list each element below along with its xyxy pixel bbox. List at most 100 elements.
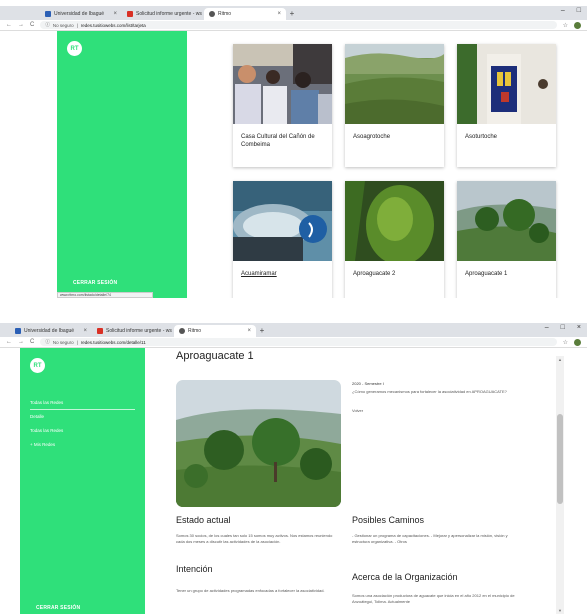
card-image xyxy=(457,181,556,261)
intencion-text: Tener un grupo de actividades programada… xyxy=(176,588,325,593)
close-icon[interactable]: × xyxy=(113,11,117,17)
tab-title: Universidad de Ibagué xyxy=(24,328,75,334)
star-icon[interactable]: ☆ xyxy=(563,22,568,29)
sidebar: RT CERRAR SESIÓN www.ritmo.com/listado/d… xyxy=(57,31,187,298)
globe-favicon-icon xyxy=(179,328,185,334)
card-image xyxy=(345,181,444,261)
sidebar-item-todas-redes[interactable]: Todas las Redes xyxy=(30,396,135,410)
toolbar-extras: ☆ xyxy=(563,338,581,346)
info-icon: ⓘ xyxy=(45,339,50,344)
close-icon[interactable]: × xyxy=(247,328,251,334)
scroll-thumb[interactable] xyxy=(557,414,563,504)
acerca-title: Acerca de la Organización xyxy=(352,572,458,582)
reload-button[interactable]: C xyxy=(30,22,34,28)
url-input[interactable]: ⓘ No seguro | redes.tusitiowebs.com/list… xyxy=(40,21,557,29)
question-text: ¿Cómo generamos mecanismos para fortalec… xyxy=(352,389,507,394)
sidebar-item-detalle[interactable]: Detalle xyxy=(30,410,135,424)
tab-title: Solicitud informe urgente - ws xyxy=(136,11,202,17)
minimize-button[interactable]: – xyxy=(561,7,565,14)
tab-strip: Universidad de Ibagué × Solicitud inform… xyxy=(0,323,587,337)
back-button[interactable]: ← xyxy=(6,22,12,28)
profile-avatar[interactable] xyxy=(574,338,581,346)
reload-button[interactable]: C xyxy=(30,339,34,345)
tab-ritmo[interactable]: Ritmo × xyxy=(204,8,286,20)
minimize-button[interactable]: – xyxy=(545,324,549,331)
logout-button[interactable]: CERRAR SESIÓN xyxy=(36,605,80,611)
university-favicon-icon xyxy=(45,11,51,17)
window-controls: – □ xyxy=(561,7,581,14)
tab-strip: Universidad de Ibagué × Solicitud inform… xyxy=(0,6,587,20)
back-button[interactable]: ← xyxy=(6,339,12,345)
card-label: Aproaguacate 1 xyxy=(465,271,508,277)
globe-favicon-icon xyxy=(209,11,215,17)
tab-ritmo[interactable]: Ritmo × xyxy=(174,325,256,337)
card-asoagrotoche[interactable]: Asoagrotoche xyxy=(345,44,444,167)
address-bar: ← → C ⓘ No seguro | redes.tusitiowebs.co… xyxy=(0,20,587,31)
sidebar-item-todas-redes-2[interactable]: Todas las Redes xyxy=(30,424,135,438)
window-controls: – □ × xyxy=(545,324,581,331)
new-tab-button[interactable]: + xyxy=(286,8,298,20)
card-label: Aproaguacate 2 xyxy=(353,271,396,277)
security-label: No seguro xyxy=(52,339,74,345)
info-icon: ⓘ xyxy=(45,22,50,27)
tab-title: Ritmo xyxy=(188,328,202,334)
address-bar: ← → C ⓘ No seguro | redes.tusitiowebs.co… xyxy=(0,337,587,348)
scroll-up-icon[interactable]: ▲ xyxy=(556,356,564,363)
url-text: redes.tusitiowebs.com/detalle/11 xyxy=(80,339,146,345)
tab-gmail[interactable]: Solicitud informe urgente - ws × xyxy=(122,8,204,20)
app-logo[interactable]: RT xyxy=(30,358,45,373)
gmail-favicon-icon xyxy=(97,328,103,334)
toolbar-extras: ☆ xyxy=(563,21,581,29)
sidebar-item-mis-redes[interactable]: + Mis Redes xyxy=(30,438,135,452)
estado-title: Estado actual xyxy=(176,515,231,525)
close-icon[interactable]: × xyxy=(83,328,87,334)
card-aproaguacate-1[interactable]: Aproaguacate 1 xyxy=(457,181,556,298)
card-acuamiramar[interactable]: Acuamiramar xyxy=(233,181,332,298)
estado-text: Somos 30 socios, de los cuales tan solo … xyxy=(176,533,333,544)
page-scrollbar[interactable]: ▲ ▼ xyxy=(556,356,564,614)
gmail-favicon-icon xyxy=(127,11,133,17)
hero-image xyxy=(176,380,341,507)
card-asoturtoche[interactable]: Asoturtoche xyxy=(457,44,556,167)
app-area: RT Todas las Redes Detalle Todas las Red… xyxy=(0,348,587,614)
tab-title: Solicitud informe urgente - ws xyxy=(106,328,172,334)
card-image xyxy=(345,44,444,124)
browser-window-detail: Universidad de Ibagué × Solicitud inform… xyxy=(0,323,587,614)
status-url: www.ritmo.com/listado/detalle/74 xyxy=(57,292,153,298)
browser-window-list: Universidad de Ibagué × Solicitud inform… xyxy=(0,6,587,298)
tab-title: Ritmo xyxy=(218,11,232,17)
profile-avatar[interactable] xyxy=(574,21,581,29)
url-text: redes.tusitiowebs.com/list/tarjeta xyxy=(80,22,146,28)
url-input[interactable]: ⓘ No seguro | redes.tusitiowebs.com/deta… xyxy=(40,338,557,346)
star-icon[interactable]: ☆ xyxy=(563,339,568,346)
card-casa-cultural[interactable]: Casa Cultural del Cañón de Combeima xyxy=(233,44,332,167)
tab-university[interactable]: Universidad de Ibagué × xyxy=(40,8,122,20)
app-logo[interactable]: RT xyxy=(67,41,82,56)
logout-button[interactable]: CERRAR SESIÓN xyxy=(73,280,117,286)
detail-panel: Aproaguacate 1 Estado actual Somos 30 so… xyxy=(176,348,557,614)
close-window-button[interactable]: × xyxy=(577,324,581,331)
forward-button[interactable]: → xyxy=(18,339,24,345)
security-label: No seguro xyxy=(52,22,74,28)
card-label: Asoturtoche xyxy=(465,134,498,140)
page-title: Aproaguacate 1 xyxy=(176,350,254,362)
tab-title: Universidad de Ibagué xyxy=(54,11,105,17)
card-label: Casa Cultural del Cañón de Combeima xyxy=(241,134,315,148)
intencion-title: Intención xyxy=(176,564,213,574)
new-tab-button[interactable]: + xyxy=(256,325,268,337)
app-area: RT CERRAR SESIÓN www.ritmo.com/listado/d… xyxy=(0,31,587,298)
card-image xyxy=(457,44,556,124)
tab-university[interactable]: Universidad de Ibagué × xyxy=(10,325,92,337)
volver-link[interactable]: Volver xyxy=(352,408,363,414)
university-favicon-icon xyxy=(15,328,21,334)
sidebar-menu: Todas las Redes Detalle Todas las Redes … xyxy=(30,396,135,452)
semester-label: 2020 - Semestre I xyxy=(352,381,384,386)
tab-gmail[interactable]: Solicitud informe urgente - ws × xyxy=(92,325,174,337)
forward-button[interactable]: → xyxy=(18,22,24,28)
scroll-down-icon[interactable]: ▼ xyxy=(556,607,564,614)
close-icon[interactable]: × xyxy=(277,11,281,17)
maximize-button[interactable]: □ xyxy=(577,7,581,14)
maximize-button[interactable]: □ xyxy=(561,324,565,331)
card-aproaguacate-2[interactable]: Aproaguacate 2 xyxy=(345,181,444,298)
card-label: Asoagrotoche xyxy=(353,134,391,140)
